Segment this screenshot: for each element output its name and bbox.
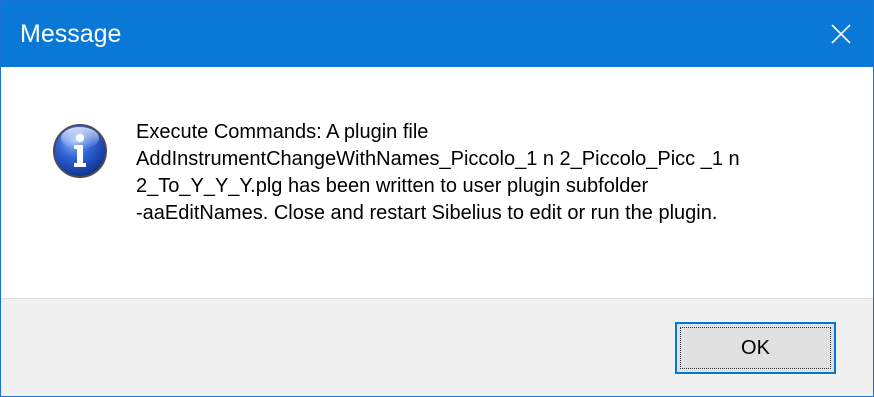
ok-button[interactable]: OK [675, 322, 836, 374]
window-title: Message [20, 20, 122, 48]
information-icon [52, 123, 108, 179]
message-dialog: Message Execute Commands: A plugin file … [0, 0, 874, 397]
button-bar: OK [1, 298, 873, 396]
title-bar[interactable]: Message [1, 1, 873, 67]
dialog-content: Execute Commands: A plugin file AddInstr… [1, 67, 873, 298]
message-text: Execute Commands: A plugin file AddInstr… [136, 121, 740, 224]
close-icon [831, 24, 851, 44]
close-button[interactable] [809, 1, 873, 67]
